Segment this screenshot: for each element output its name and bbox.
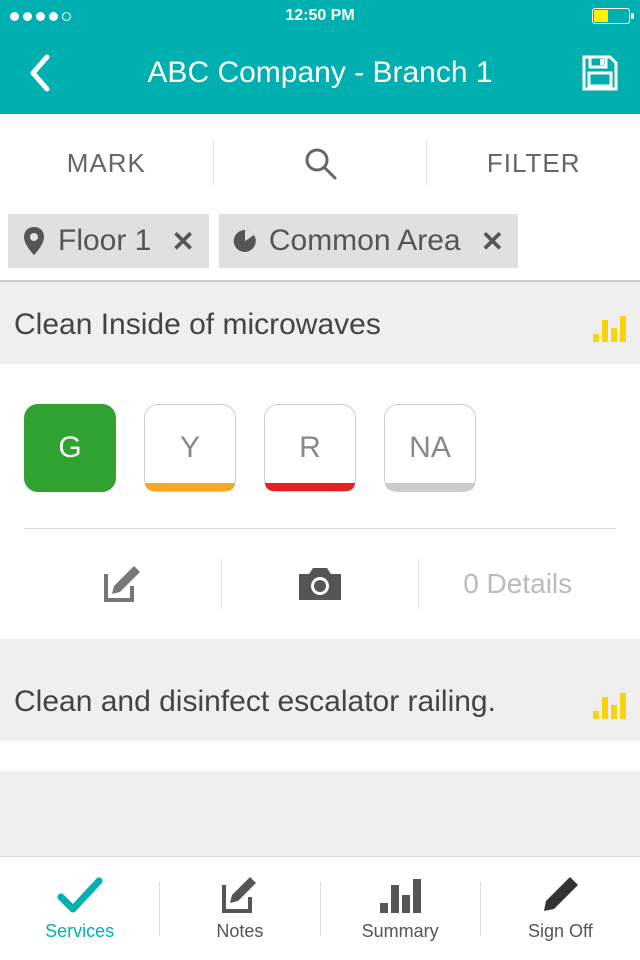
edit-icon <box>100 562 144 606</box>
save-button[interactable] <box>578 51 622 95</box>
bars-icon <box>380 877 421 913</box>
back-button[interactable] <box>18 51 62 95</box>
pencil-icon <box>540 875 580 915</box>
rating-row: G Y R NA <box>24 404 616 492</box>
nav-label: Services <box>45 921 114 942</box>
edit-icon <box>220 875 260 915</box>
nav-signoff[interactable]: Sign Off <box>481 875 640 942</box>
task-title: Clean and disinfect escalator railing. <box>14 685 496 719</box>
chip-floor[interactable]: Floor 1 ✕ <box>8 214 209 268</box>
action-toolbar: MARK FILTER <box>0 120 640 206</box>
nav-label: Summary <box>362 921 439 942</box>
battery-icon <box>592 8 630 24</box>
edit-note-button[interactable] <box>24 562 221 606</box>
card-actions: 0 Details <box>24 529 616 639</box>
nav-services[interactable]: Services <box>0 875 159 942</box>
page-title: ABC Company - Branch 1 <box>62 56 578 90</box>
details-button[interactable]: 0 Details <box>419 568 616 600</box>
camera-icon <box>295 564 345 604</box>
status-time: 12:50 PM <box>285 7 354 25</box>
rating-good-button[interactable]: G <box>24 404 116 492</box>
pin-icon <box>22 229 46 253</box>
app-header: ABC Company - Branch 1 <box>0 32 640 114</box>
task-list: Clean Inside of microwaves G Y R NA <box>0 282 640 856</box>
bottom-nav: Services Notes Summary <box>0 856 640 960</box>
nav-label: Sign Off <box>528 921 593 942</box>
rating-na-button[interactable]: NA <box>384 404 476 492</box>
signal-dots-icon <box>10 12 71 21</box>
task-header[interactable]: Clean Inside of microwaves <box>0 282 640 356</box>
nav-summary[interactable]: Summary <box>321 875 480 942</box>
task-card: G Y R NA 0 Details <box>0 364 640 639</box>
chip-label: Floor 1 <box>58 224 151 258</box>
filter-button[interactable]: FILTER <box>427 138 640 188</box>
chip-area[interactable]: Common Area ✕ <box>219 214 518 268</box>
nav-label: Notes <box>216 921 263 942</box>
mark-button[interactable]: MARK <box>0 138 213 188</box>
task-card <box>0 741 640 771</box>
close-icon[interactable]: ✕ <box>481 225 504 258</box>
filter-chips: Floor 1 ✕ Common Area ✕ <box>0 206 640 282</box>
bars-icon <box>593 691 626 719</box>
status-bar: 12:50 PM <box>0 0 640 32</box>
nav-notes[interactable]: Notes <box>160 875 319 942</box>
task-title: Clean Inside of microwaves <box>14 308 381 342</box>
bars-icon <box>593 314 626 342</box>
chip-label: Common Area <box>269 224 461 258</box>
check-icon <box>57 875 103 915</box>
search-icon <box>303 146 337 180</box>
chevron-left-icon <box>27 53 53 93</box>
rating-yellow-button[interactable]: Y <box>144 404 236 492</box>
floppy-disk-icon <box>580 53 620 93</box>
search-button[interactable] <box>214 138 427 188</box>
rating-red-button[interactable]: R <box>264 404 356 492</box>
camera-button[interactable] <box>222 564 419 604</box>
close-icon[interactable]: ✕ <box>171 225 194 258</box>
pie-icon <box>233 229 257 253</box>
task-header[interactable]: Clean and disinfect escalator railing. <box>0 659 640 733</box>
